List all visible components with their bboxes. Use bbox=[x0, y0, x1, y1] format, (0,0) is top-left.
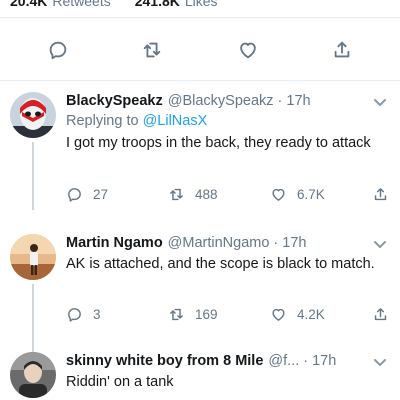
tweet-stats-row: 20.4K Retweets 241.8K Likes bbox=[0, 0, 400, 10]
mention-link[interactable]: @LilNasX bbox=[143, 113, 208, 129]
chevron-down-icon[interactable] bbox=[372, 94, 388, 110]
like-button[interactable]: 4.2K bbox=[270, 304, 325, 324]
like-count: 6.7K bbox=[297, 186, 325, 202]
tweet-text: Riddin' on a tank bbox=[66, 374, 174, 390]
reply-icon bbox=[68, 187, 81, 202]
retweet-button[interactable]: 488 bbox=[168, 184, 218, 204]
share-icon bbox=[374, 187, 387, 200]
reply-tweet[interactable]: skinny white boy from 8 Mile @f... · 17h… bbox=[0, 350, 400, 400]
retweet-icon[interactable] bbox=[136, 34, 168, 66]
display-name[interactable]: skinny white boy from 8 Mile bbox=[66, 352, 263, 370]
separator-dot: · bbox=[303, 353, 309, 369]
divider bbox=[0, 80, 400, 81]
tweet-header: skinny white boy from 8 Mile @f... · 17h bbox=[66, 352, 390, 370]
user-handle[interactable]: @MartinNgamo bbox=[168, 234, 270, 252]
retweets-count[interactable]: 20.4K bbox=[10, 0, 47, 9]
user-handle[interactable]: @f... bbox=[268, 352, 299, 370]
like-button[interactable]: 6.7K bbox=[270, 184, 325, 204]
tweet-header: BlackySpeakz @BlackySpeakz · 17h bbox=[66, 92, 390, 110]
separator-dot: · bbox=[277, 93, 283, 109]
separator-dot: · bbox=[273, 235, 279, 251]
retweet-button[interactable]: 169 bbox=[168, 304, 218, 324]
tweet-actions: 3 169 4.2K bbox=[66, 304, 396, 324]
reply-button[interactable]: 3 bbox=[66, 304, 101, 324]
main-tweet-actions bbox=[0, 34, 400, 66]
tweet-actions: 27 488 6.7K bbox=[66, 184, 396, 204]
reply-tweet[interactable]: BlackySpeakz @BlackySpeakz · 17h Replyin… bbox=[0, 90, 400, 216]
display-name[interactable]: Martin Ngamo bbox=[66, 234, 163, 252]
reply-icon[interactable] bbox=[42, 34, 74, 66]
share-icon bbox=[374, 307, 387, 320]
retweet-count: 488 bbox=[195, 186, 218, 202]
divider bbox=[0, 17, 400, 18]
tweet-header: Martin Ngamo @MartinNgamo · 17h bbox=[66, 234, 390, 252]
reply-tweet[interactable]: Martin Ngamo @MartinNgamo · 17h AK is at… bbox=[0, 232, 400, 364]
user-handle[interactable]: @BlackySpeakz bbox=[168, 92, 274, 110]
avatar[interactable] bbox=[10, 92, 56, 138]
share-button[interactable] bbox=[372, 304, 389, 324]
share-icon[interactable] bbox=[326, 34, 358, 66]
retweets-label[interactable]: Retweets bbox=[52, 0, 110, 9]
like-icon[interactable] bbox=[232, 34, 264, 66]
retweet-icon bbox=[170, 308, 183, 320]
replying-to: Replying to @LilNasX bbox=[66, 111, 390, 131]
retweet-count: 169 bbox=[195, 306, 218, 322]
avatar[interactable] bbox=[10, 234, 56, 280]
thread-line bbox=[32, 142, 34, 210]
tweet-text: AK is attached, and the scope is black t… bbox=[66, 256, 375, 272]
like-icon bbox=[272, 308, 285, 321]
share-button[interactable] bbox=[372, 184, 389, 204]
timestamp[interactable]: 17h bbox=[282, 234, 306, 252]
reply-button[interactable]: 27 bbox=[66, 184, 108, 204]
replying-to-label: Replying to bbox=[66, 113, 139, 129]
likes-label[interactable]: Likes bbox=[185, 0, 218, 9]
retweet-icon bbox=[170, 188, 183, 200]
chevron-down-icon[interactable] bbox=[372, 354, 388, 370]
chevron-down-icon[interactable] bbox=[372, 236, 388, 252]
reply-count: 3 bbox=[93, 306, 101, 322]
display-name[interactable]: BlackySpeakz bbox=[66, 92, 163, 110]
tweet-text: I got my troops in the back, they ready … bbox=[66, 135, 371, 151]
reply-count: 27 bbox=[93, 186, 109, 202]
timestamp[interactable]: 17h bbox=[286, 92, 310, 110]
timestamp[interactable]: 17h bbox=[312, 352, 336, 370]
like-icon bbox=[272, 188, 285, 201]
like-count: 4.2K bbox=[297, 306, 325, 322]
avatar[interactable] bbox=[10, 352, 56, 398]
reply-icon bbox=[68, 307, 81, 322]
likes-count[interactable]: 241.8K bbox=[135, 0, 180, 9]
